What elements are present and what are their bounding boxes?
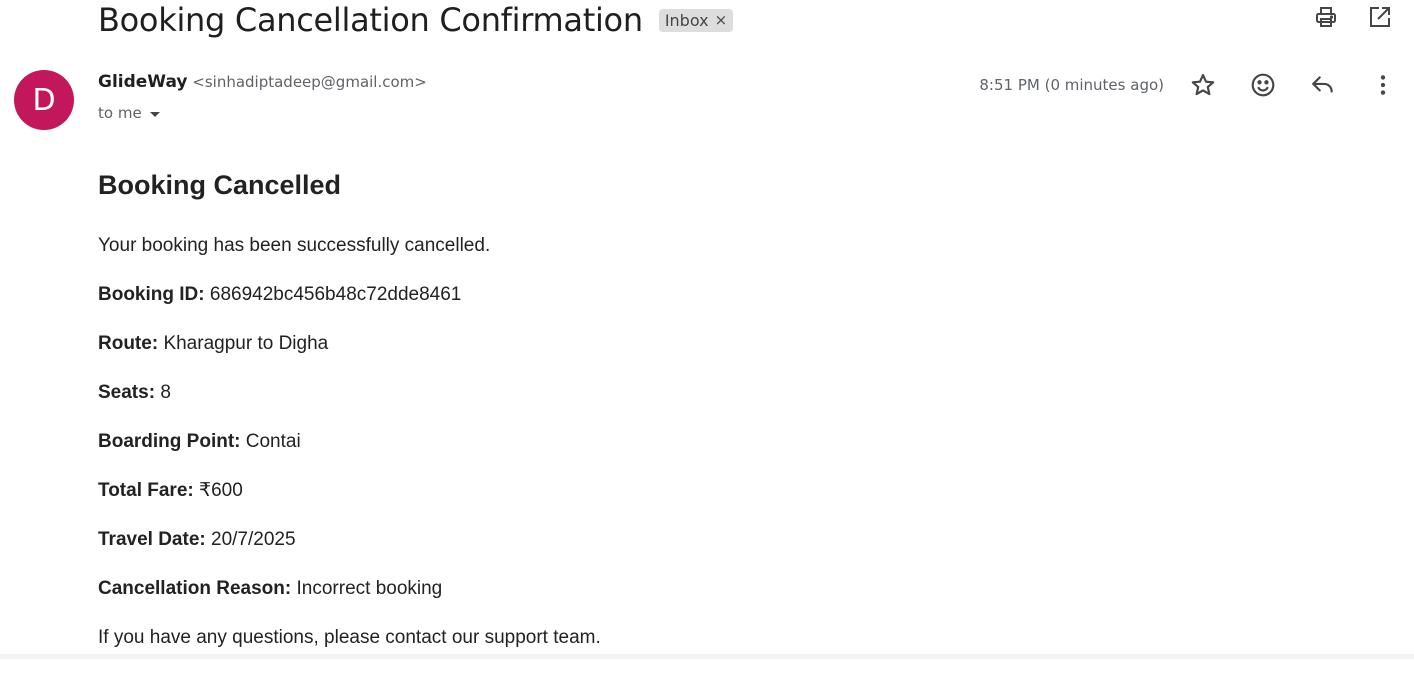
subject-row: Booking Cancellation Confirmation Inbox …	[98, 0, 734, 40]
field-value: 8	[160, 382, 171, 403]
field-total-fare: Total Fare: ₹600	[98, 480, 1378, 501]
field-label: Seats:	[98, 382, 156, 403]
bottom-scroll-edge	[0, 654, 1414, 659]
sender-line: GlideWay <sinhadiptadeep@gmail.com>	[98, 72, 427, 92]
emoji-icon[interactable]	[1250, 72, 1276, 98]
sender-email: <sinhadiptadeep@gmail.com>	[192, 73, 427, 91]
chevron-down-icon[interactable]	[149, 111, 160, 117]
field-value: Contai	[245, 431, 301, 452]
field-value: 686942bc456b48c72dde8461	[209, 284, 462, 305]
sender-name[interactable]: GlideWay	[98, 72, 187, 92]
field-value: Incorrect booking	[296, 578, 443, 599]
print-icon[interactable]	[1314, 5, 1338, 29]
body-heading: Booking Cancelled	[98, 170, 342, 200]
field-travel-date: Travel Date: 20/7/2025	[98, 529, 1378, 550]
field-booking-id: Booking ID: 686942bc456b48c72dde8461	[98, 284, 1378, 305]
more-vert-icon[interactable]	[1370, 72, 1396, 98]
label-text: Inbox	[664, 10, 709, 30]
field-route: Route: Kharagpur to Digha	[98, 333, 1378, 354]
recipient-line: to me	[98, 104, 160, 122]
field-cancellation-reason: Cancellation Reason: Incorrect booking	[98, 578, 1378, 599]
field-boarding-point: Boarding Point: Contai	[98, 431, 1378, 452]
message-timestamp: 8:51 PM (0 minutes ago)	[979, 76, 1164, 94]
field-label: Route:	[98, 333, 159, 354]
sender-avatar[interactable]: D	[14, 70, 74, 130]
inbox-label-chip[interactable]: Inbox ×	[658, 8, 734, 32]
field-label: Cancellation Reason:	[98, 578, 292, 599]
reply-icon[interactable]	[1310, 72, 1336, 98]
field-value: Kharagpur to Digha	[163, 333, 329, 354]
email-body: Booking Cancelled Your booking has been …	[98, 170, 1378, 676]
field-label: Boarding Point:	[98, 431, 241, 452]
star-icon[interactable]	[1190, 72, 1216, 98]
field-seats: Seats: 8	[98, 382, 1378, 403]
field-value: 20/7/2025	[211, 529, 296, 550]
body-intro: Your booking has been successfully cance…	[98, 235, 491, 256]
field-label: Booking ID:	[98, 284, 205, 305]
email-subject: Booking Cancellation Confirmation	[98, 1, 643, 39]
message-actions: 8:51 PM (0 minutes ago)	[979, 72, 1396, 98]
recipient-text: to me	[98, 104, 142, 122]
field-value: ₹600	[199, 480, 243, 501]
field-label: Travel Date:	[98, 529, 206, 550]
body-footer: If you have any questions, please contac…	[98, 627, 601, 648]
top-actions	[1314, 5, 1392, 29]
remove-label-icon[interactable]: ×	[715, 11, 728, 29]
open-in-new-window-icon[interactable]	[1368, 5, 1392, 29]
field-label: Total Fare:	[98, 480, 194, 501]
